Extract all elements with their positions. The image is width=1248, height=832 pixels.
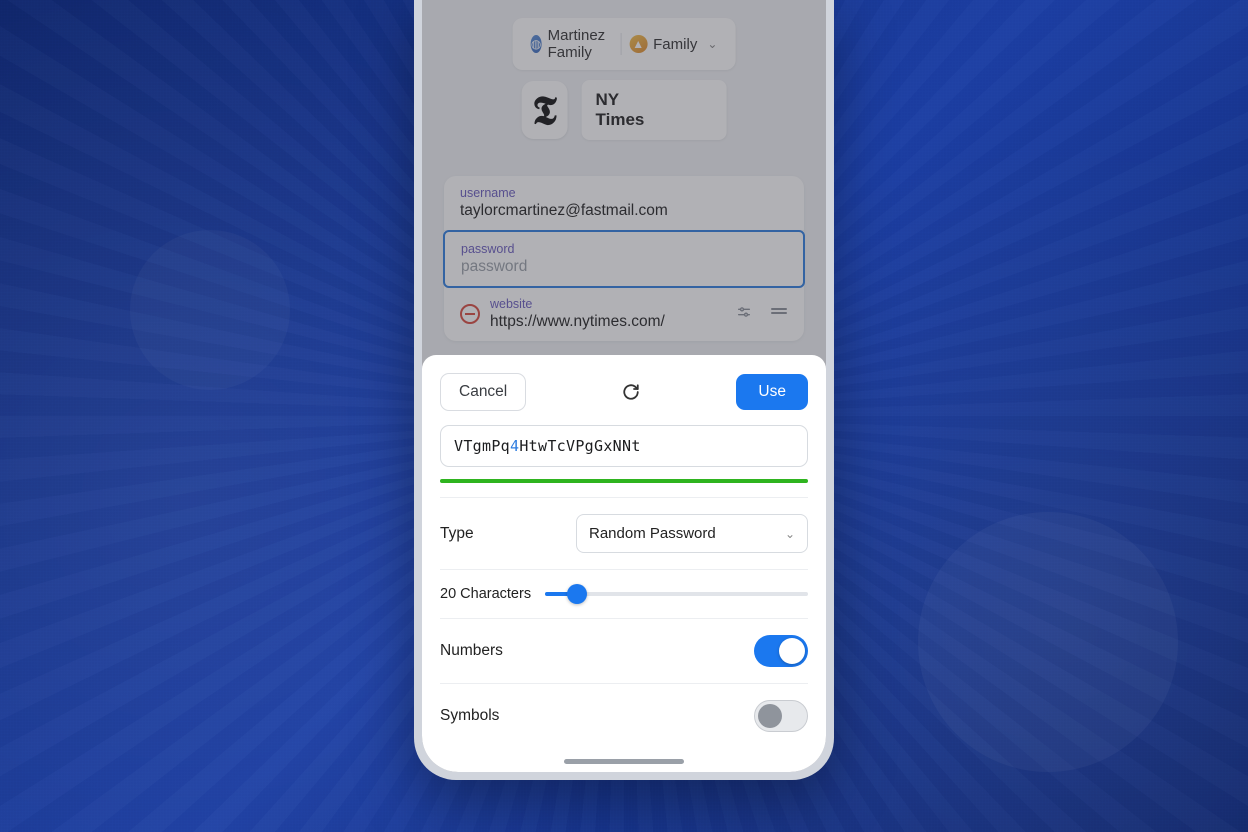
use-button[interactable]: Use bbox=[736, 374, 808, 410]
type-label: Type bbox=[440, 525, 474, 543]
numbers-toggle[interactable] bbox=[754, 635, 808, 667]
symbols-label: Symbols bbox=[440, 707, 499, 725]
symbols-row: Symbols bbox=[440, 683, 808, 748]
slider-thumb[interactable] bbox=[567, 584, 587, 604]
length-row: 20 Characters bbox=[440, 569, 808, 618]
length-label: 20 Characters bbox=[440, 586, 531, 602]
numbers-label: Numbers bbox=[440, 642, 503, 660]
chevron-down-icon: ⌄ bbox=[785, 527, 795, 541]
toggle-knob bbox=[779, 638, 805, 664]
home-indicator[interactable] bbox=[564, 759, 684, 764]
password-generator-sheet: Cancel Use VTgmPq4HtwTcVPgGxNNt Type Ran… bbox=[422, 355, 826, 772]
screen: ◍ Martinez Family ▲ Family ⌄ 𝕿 NY Times … bbox=[422, 0, 826, 772]
refresh-icon bbox=[622, 383, 640, 401]
numbers-row: Numbers bbox=[440, 618, 808, 683]
cancel-button[interactable]: Cancel bbox=[440, 373, 526, 411]
symbols-toggle[interactable] bbox=[754, 700, 808, 732]
device-frame: ◍ Martinez Family ▲ Family ⌄ 𝕿 NY Times … bbox=[414, 0, 834, 780]
strength-bar bbox=[440, 479, 808, 483]
toggle-knob bbox=[758, 704, 782, 728]
regenerate-button[interactable] bbox=[617, 378, 645, 406]
type-row: Type Random Password ⌄ bbox=[440, 497, 808, 569]
length-slider[interactable] bbox=[545, 592, 808, 596]
type-select[interactable]: Random Password ⌄ bbox=[576, 514, 808, 553]
generated-password[interactable]: VTgmPq4HtwTcVPgGxNNt bbox=[440, 425, 808, 467]
type-value: Random Password bbox=[589, 525, 716, 542]
